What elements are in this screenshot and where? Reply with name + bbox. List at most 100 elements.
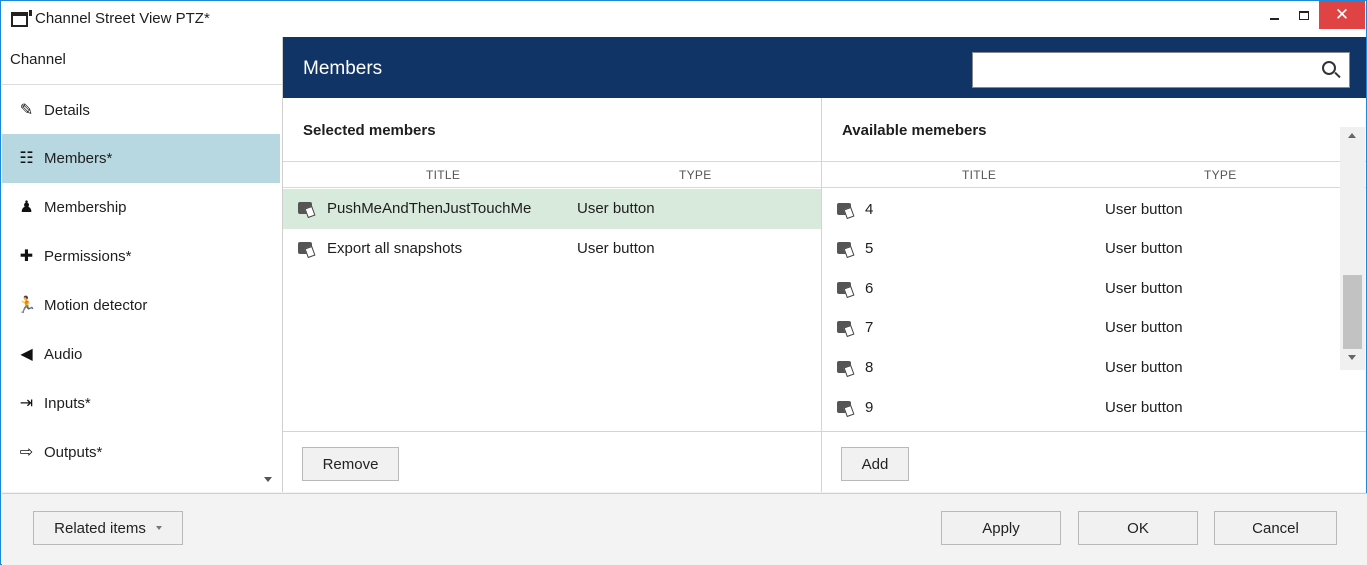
page-title: Members bbox=[303, 58, 383, 79]
sidebar-item-membership[interactable]: ♟ Membership bbox=[2, 183, 280, 232]
related-items-button[interactable]: Related items bbox=[33, 511, 183, 545]
row-title: 8 bbox=[865, 359, 874, 376]
sidebar-item-label: Details bbox=[44, 102, 90, 119]
remove-button[interactable]: Remove bbox=[302, 447, 399, 481]
row-title: 7 bbox=[865, 319, 874, 336]
search-box[interactable] bbox=[972, 52, 1350, 88]
sidebar-item-label: Permissions* bbox=[44, 248, 132, 265]
panel-header: Members bbox=[283, 37, 1366, 98]
user-button-icon bbox=[837, 282, 851, 294]
table-row[interactable]: 4 User button bbox=[822, 190, 1340, 230]
table-row[interactable]: PushMeAndThenJustTouchMe User button bbox=[283, 189, 821, 229]
sidebar-header: Channel bbox=[2, 37, 282, 85]
row-title: 5 bbox=[865, 240, 874, 257]
selected-members-column-header: TITLE TYPE bbox=[283, 161, 821, 188]
members-panel: Members Selected members TITLE TYPE Push… bbox=[283, 37, 1366, 492]
sidebar-item-details[interactable]: ✎ Details bbox=[2, 86, 280, 135]
sidebar-item-label: Membership bbox=[44, 199, 127, 216]
row-type: User button bbox=[577, 240, 655, 257]
maximize-button[interactable] bbox=[1289, 1, 1319, 29]
minimize-button[interactable] bbox=[1259, 1, 1289, 29]
membership-icon: ♟ bbox=[19, 198, 34, 216]
row-type: User button bbox=[1105, 359, 1183, 376]
column-type[interactable]: TYPE bbox=[1204, 168, 1237, 182]
row-type: User button bbox=[1105, 399, 1183, 416]
sidebar-item-permissions[interactable]: ✚ Permissions* bbox=[2, 232, 280, 281]
sidebar-item-label: Motion detector bbox=[44, 297, 148, 314]
row-type: User button bbox=[1105, 319, 1183, 336]
available-members-pane: Available memebers TITLE TYPE 4 User but… bbox=[822, 98, 1366, 492]
sidebar-item-inputs[interactable]: ⇥ Inputs* bbox=[2, 379, 280, 428]
row-title: 6 bbox=[865, 280, 874, 297]
row-type: User button bbox=[1105, 240, 1183, 257]
minimize-icon bbox=[1269, 18, 1279, 20]
dialog-window: Channel Street View PTZ* ✕ Channel ✎ Det… bbox=[0, 0, 1367, 565]
row-title: 9 bbox=[865, 399, 874, 416]
sidebar-item-label: Members* bbox=[44, 150, 113, 167]
available-members-footer: Add bbox=[822, 431, 1366, 492]
scroll-thumb[interactable] bbox=[1343, 275, 1362, 349]
column-title[interactable]: TITLE bbox=[426, 168, 460, 182]
speaker-icon: ◀ bbox=[20, 345, 33, 363]
close-icon: ✕ bbox=[1334, 5, 1350, 24]
add-button[interactable]: Add bbox=[841, 447, 909, 481]
user-button-icon bbox=[837, 242, 851, 254]
scroll-down-icon[interactable] bbox=[1348, 355, 1356, 360]
search-input[interactable] bbox=[979, 59, 1309, 81]
table-row[interactable]: Export all snapshots User button bbox=[283, 229, 821, 269]
sidebar-item-audio[interactable]: ◀ Audio bbox=[2, 330, 280, 379]
table-row[interactable]: 9 User button bbox=[822, 388, 1340, 428]
scroll-up-icon[interactable] bbox=[1348, 133, 1356, 138]
table-row[interactable]: 8 User button bbox=[822, 348, 1340, 388]
apply-button[interactable]: Apply bbox=[941, 511, 1061, 545]
chevron-down-icon bbox=[155, 526, 162, 530]
maximize-icon bbox=[1299, 10, 1309, 20]
output-icon: ⇨ bbox=[19, 443, 34, 461]
user-button-icon bbox=[837, 203, 851, 215]
row-type: User button bbox=[1105, 280, 1183, 297]
sidebar-scroll-down-icon[interactable] bbox=[264, 477, 272, 482]
user-button-icon bbox=[837, 361, 851, 373]
title-bar: Channel Street View PTZ* ✕ bbox=[1, 1, 1366, 37]
available-members-column-header: TITLE TYPE bbox=[822, 161, 1366, 188]
row-title: PushMeAndThenJustTouchMe bbox=[327, 200, 532, 217]
sidebar-item-motion-detector[interactable]: 🏃 Motion detector bbox=[2, 281, 280, 330]
pencil-icon: ✎ bbox=[19, 101, 34, 119]
user-button-icon bbox=[837, 401, 851, 413]
sidebar-item-members[interactable]: ☷ Members* bbox=[2, 134, 280, 183]
user-button-icon bbox=[298, 202, 312, 214]
selected-members-footer: Remove bbox=[283, 431, 821, 492]
sidebar-item-label: Inputs* bbox=[44, 395, 91, 412]
table-row[interactable]: 7 User button bbox=[822, 308, 1340, 348]
available-members-scrollbar[interactable] bbox=[1340, 127, 1365, 370]
window-icon bbox=[11, 10, 32, 27]
close-button[interactable]: ✕ bbox=[1319, 1, 1365, 29]
table-row[interactable]: 5 User button bbox=[822, 229, 1340, 269]
selected-members-pane: Selected members TITLE TYPE PushMeAndThe… bbox=[283, 98, 822, 492]
sidebar-header-label: Channel bbox=[10, 51, 66, 68]
row-title: Export all snapshots bbox=[327, 240, 463, 257]
running-icon: 🏃 bbox=[16, 296, 37, 314]
members-icon: ☷ bbox=[19, 149, 34, 167]
sidebar-item-label: Outputs* bbox=[44, 444, 103, 461]
column-type[interactable]: TYPE bbox=[679, 168, 712, 182]
sidebar-item-label: Audio bbox=[44, 346, 83, 363]
permissions-icon: ✚ bbox=[19, 247, 34, 265]
sidebar: Channel ✎ Details ☷ Members* ♟ Membershi… bbox=[2, 37, 283, 492]
row-type: User button bbox=[577, 200, 655, 217]
input-icon: ⇥ bbox=[19, 394, 34, 412]
window-title: Channel Street View PTZ* bbox=[35, 10, 210, 27]
dialog-footer: Related items Apply OK Cancel bbox=[2, 493, 1367, 565]
search-icon[interactable] bbox=[1322, 61, 1336, 75]
table-row[interactable]: 6 User button bbox=[822, 269, 1340, 309]
available-members-title: Available memebers bbox=[842, 122, 987, 139]
row-title: 4 bbox=[865, 201, 874, 218]
cancel-button[interactable]: Cancel bbox=[1214, 511, 1337, 545]
ok-button[interactable]: OK bbox=[1078, 511, 1198, 545]
row-type: User button bbox=[1105, 201, 1183, 218]
column-title[interactable]: TITLE bbox=[962, 168, 996, 182]
user-button-icon bbox=[298, 242, 312, 254]
sidebar-item-outputs[interactable]: ⇨ Outputs* bbox=[2, 428, 280, 477]
user-button-icon bbox=[837, 321, 851, 333]
related-items-label: Related items bbox=[54, 519, 146, 537]
